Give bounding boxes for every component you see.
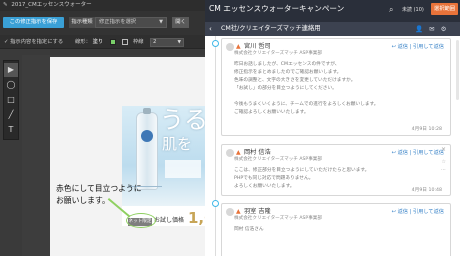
select-range-button[interactable]: 選択範囲 [431, 3, 458, 15]
show-instructions-label: 指示内容を指定にする [10, 39, 64, 45]
rectangle-tool-icon[interactable]: □ [4, 93, 18, 107]
timeline-dot [212, 200, 219, 207]
direction-type-value: 修正指示を選択 [99, 19, 137, 25]
ad-price-label: お試し価格 [154, 217, 185, 224]
person-icon: ▲ [236, 43, 241, 50]
bottle-logo-image [141, 130, 153, 142]
border-label: 枠線 [133, 39, 144, 45]
chevron-down-icon: ▼ [159, 19, 163, 25]
text-tool-icon[interactable]: T [4, 123, 18, 137]
reply-actions[interactable]: ↩ 返信 | 引用して返信 [392, 208, 444, 216]
chat-room-title: CM エッセンスウォーターキャンペーン [209, 4, 345, 13]
message-company: 株式会社クリエイターズマッチ ASP事業部 [234, 51, 322, 56]
direction-type-select[interactable]: 修正指示を選択 ▼ [95, 17, 167, 28]
show-instructions-toggle[interactable]: ✓ 指示内容を指定にする [4, 38, 63, 46]
line-style-label: 線形： 塗り [75, 38, 103, 46]
line-tool-icon[interactable]: ╱ [4, 108, 18, 122]
message-author[interactable]: 岡村 信浩 [244, 149, 271, 157]
message-company: 株式会社クリエイターズマッチ ASP事業部 [234, 216, 322, 221]
message-body: 岡村 信浩さん [234, 227, 264, 232]
annotation-line-2: お願いします。 [56, 196, 110, 205]
avatar [226, 208, 234, 216]
avatar [226, 43, 234, 51]
channel-title: CM社/クリエイターズマッチ連絡用 [221, 25, 321, 32]
drawing-toolbar: ▶ ◯ □ ╱ T [3, 60, 19, 140]
editor-title: 2017_CMエッセンスウォーター [11, 2, 92, 8]
message-card[interactable]: ▲ 宮川 哲司 株式会社クリエイターズマッチ ASP事業部 ↩ 返信 | 引用し… [221, 38, 451, 136]
message-author[interactable]: 羽室 吉隆 [244, 208, 271, 216]
line-label-text: 線形： [75, 39, 91, 45]
ad-headline-1: うる [160, 106, 205, 134]
annotation-note[interactable]: 赤色にして目立つように お願いします。 [56, 183, 142, 207]
message-body: ここは、修正部分を目立つようにしていただけたらと思います。 PHPでも同じ対応で… [234, 168, 370, 189]
ad-fine-print [165, 160, 201, 178]
search-icon[interactable]: ⌕ [389, 5, 393, 15]
message-body: 昨日お話しましたが、CMエッセンスの件ですが、 修正指示をまとめましたのでご確認… [234, 62, 379, 115]
message-card[interactable]: ▲ 羽室 吉隆 株式会社クリエイターズマッチ ASP事業部 ↩ 返信 | 引用し… [221, 203, 451, 256]
unread-status[interactable]: 未読 (10) [402, 6, 424, 14]
chat-pane: CM エッセンスウォーターキャンペーン ⌕ 未読 (10) 選択範囲 ‹ CM社… [205, 0, 460, 256]
message-time: 4月9日 10:28 [411, 127, 442, 132]
ad-price-value: 1,0 [188, 209, 205, 227]
chevron-down-icon: ▼ [177, 40, 181, 45]
timeline-line [215, 36, 216, 256]
product-bottle-image [136, 112, 158, 190]
line-style-value[interactable]: 塗り [93, 39, 104, 45]
reply-actions[interactable]: ↩ 返信 | 引用して返信 [392, 43, 444, 51]
channel-action-icons[interactable]: 👤 ✉ ⚙ [415, 24, 449, 34]
back-icon[interactable]: ‹ [209, 24, 212, 34]
ellipse-tool-icon[interactable]: ◯ [4, 78, 18, 92]
message-card[interactable]: × ▲ 岡村 信浩 株式会社クリエイターズマッチ ASP事業部 ↩ 返信 | 引… [221, 144, 451, 196]
pencil-icon: ✎ [3, 2, 8, 8]
border-width-select[interactable]: 2 ▼ [150, 38, 184, 47]
annotation-ellipse[interactable] [126, 213, 156, 228]
save-instruction-button[interactable]: この修正指示を保存 [3, 17, 64, 28]
person-icon: ▲ [236, 149, 241, 156]
message-time: 4月9日 10:48 [411, 188, 442, 193]
select-tool-icon[interactable]: ▶ [4, 63, 18, 77]
ad-headline-2: 肌を [162, 135, 193, 153]
more-icon[interactable]: ⋯ [441, 167, 446, 173]
open-button[interactable]: 開く [172, 17, 189, 28]
star-icon[interactable]: ☆ [442, 159, 446, 165]
message-company: 株式会社クリエイターズマッチ ASP事業部 [234, 157, 322, 162]
reply-actions[interactable]: ↩ 返信 | 引用して返信 [392, 149, 444, 157]
line-color-swatch[interactable] [110, 39, 116, 45]
timeline-dot [212, 40, 219, 47]
bottle-cap-image [143, 108, 151, 114]
editor-pane: ✎ 2017_CMエッセンスウォーター この修正指示を保存 指示種類 修正指示を… [0, 0, 205, 256]
editor-title-bar: ✎ 2017_CMエッセンスウォーター [0, 0, 205, 11]
message-author[interactable]: 宮川 哲司 [244, 43, 271, 51]
direction-type-label: 指示種類 [69, 17, 95, 28]
annotation-line-1: 赤色にして目立つように [56, 184, 142, 193]
scrollbar[interactable] [456, 40, 459, 100]
avatar [226, 149, 234, 157]
person-icon: ▲ [236, 208, 241, 215]
border-checkbox[interactable] [122, 39, 128, 45]
border-width-value: 2 [153, 39, 157, 45]
